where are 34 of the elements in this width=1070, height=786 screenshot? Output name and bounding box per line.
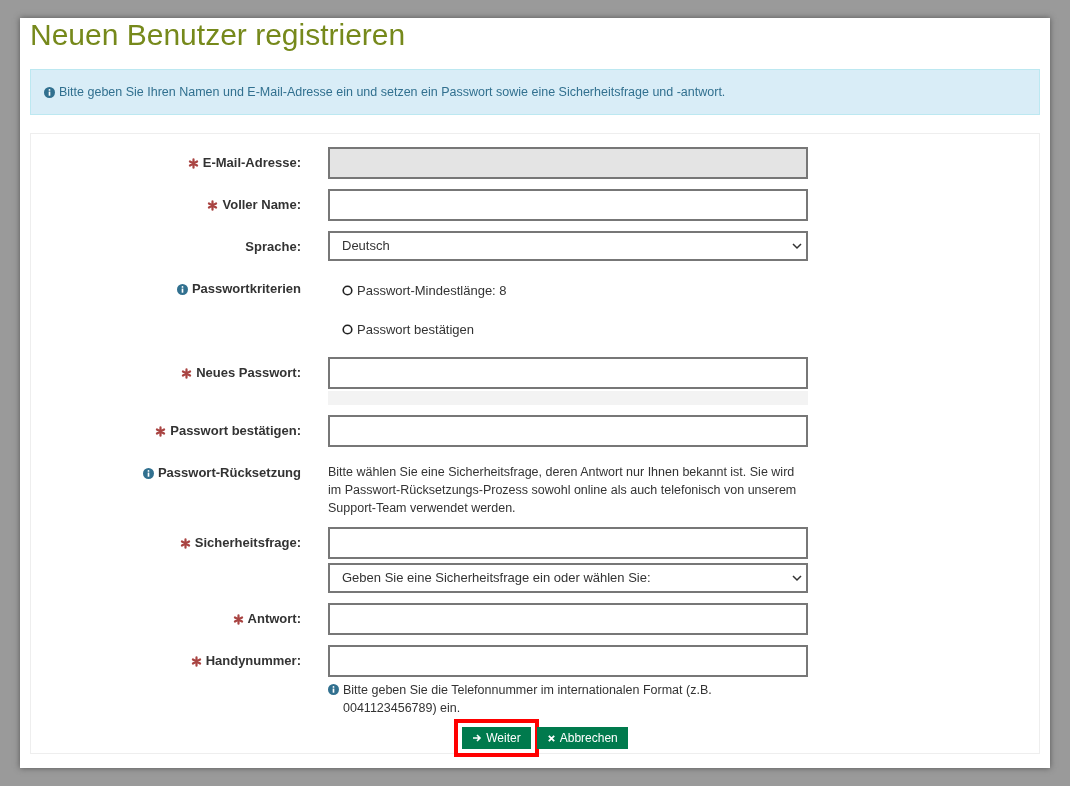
field-label: Passwort bestätigen: bbox=[170, 422, 301, 441]
input-field[interactable] bbox=[328, 415, 808, 447]
criterion-text: Passwort-Mindestlänge: 8 bbox=[357, 282, 507, 300]
close-icon bbox=[546, 733, 556, 743]
info-text: Bitte geben Sie Ihren Namen und E-Mail-Adresse ein und setzen ein Passwort sowie eine Sicherheitsfrage und -antwort. bbox=[59, 83, 726, 101]
field-label: E-Mail-Adresse: bbox=[202, 154, 301, 173]
input-field[interactable] bbox=[328, 645, 808, 677]
chevron-icon bbox=[792, 241, 802, 251]
field-label: Handynummer: bbox=[205, 652, 301, 671]
input-field[interactable] bbox=[328, 357, 808, 389]
field-label: Voller Name: bbox=[222, 196, 301, 215]
info-icon bbox=[142, 467, 154, 479]
field-label: Passwortkriterien bbox=[191, 280, 301, 299]
info-icon bbox=[44, 86, 55, 98]
next-button[interactable]: Weiter bbox=[462, 727, 531, 749]
dropdown[interactable]: Deutsch bbox=[328, 231, 808, 261]
input-field[interactable] bbox=[328, 527, 808, 559]
info-icon bbox=[328, 684, 339, 695]
field-label: Sicherheitsfrage: bbox=[194, 534, 301, 553]
input-field[interactable] bbox=[328, 189, 808, 221]
hint-text: Bitte geben Sie die Telefonnummer im internationalen Format (z.B. 0041123456789) ein. bbox=[343, 682, 713, 717]
help-text: Bitte wählen Sie eine Sicherheitsfrage, deren Antwort nur Ihnen bekannt ist. Sie wird im Passwort-Rücksetzungs-Prozess sowohl online als auch telefonisch von unserem Support-Team verwendet werden. bbox=[328, 464, 798, 517]
chevron-icon bbox=[792, 573, 802, 583]
criterion-text: Passwort bestätigen bbox=[357, 320, 475, 339]
cancel-button[interactable]: Abbrechen bbox=[536, 727, 628, 749]
page-title: Neuen Benutzer registrieren bbox=[30, 18, 407, 52]
field-label: Neues Passwort: bbox=[196, 364, 301, 383]
info-icon bbox=[176, 283, 188, 295]
field-label: Passwort-Rücksetzung bbox=[157, 464, 301, 483]
field-label: Antwort: bbox=[247, 610, 301, 629]
field-label: Sprache: bbox=[245, 238, 301, 257]
arrow-icon bbox=[472, 733, 483, 743]
dropdown[interactable]: Geben Sie eine Sicherheitsfrage ein oder wählen Sie: bbox=[328, 563, 808, 593]
input-field[interactable] bbox=[328, 603, 808, 635]
